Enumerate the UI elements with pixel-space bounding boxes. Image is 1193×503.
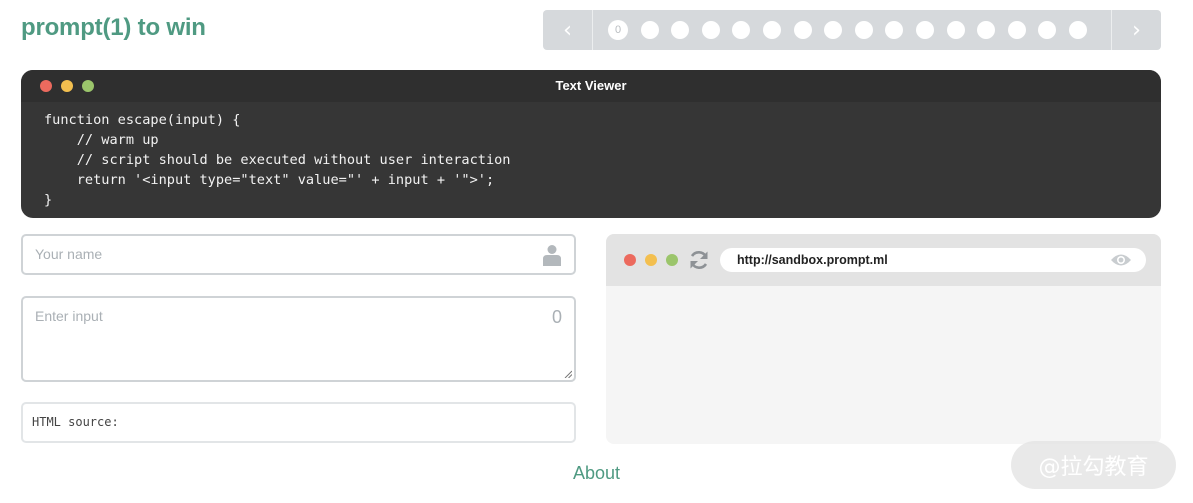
input-field: 0 xyxy=(21,296,576,382)
browser-toolbar: http://sandbox.prompt.ml xyxy=(606,234,1161,286)
sandbox-browser: http://sandbox.prompt.ml xyxy=(606,234,1161,444)
html-source-label: HTML source: xyxy=(32,415,119,429)
level-dot[interactable] xyxy=(854,21,873,39)
level-dot[interactable] xyxy=(824,21,843,39)
browser-maximize-icon xyxy=(666,254,678,266)
payload-input[interactable] xyxy=(35,308,535,368)
chevron-right-icon: › xyxy=(1132,17,1141,43)
browser-close-icon xyxy=(624,254,636,266)
level-dot[interactable] xyxy=(701,21,720,39)
chevron-left-icon: ‹ xyxy=(563,17,572,43)
character-counter: 0 xyxy=(551,307,562,327)
eye-icon[interactable] xyxy=(1110,252,1132,268)
name-field xyxy=(21,234,576,275)
code-block: function escape(input) { // warm up // s… xyxy=(44,112,511,208)
level-dot[interactable] xyxy=(885,21,904,39)
user-icon xyxy=(543,245,561,266)
html-source-box: HTML source: xyxy=(21,402,576,443)
prev-level-button[interactable]: ‹ xyxy=(543,10,593,50)
level-dot[interactable] xyxy=(1007,21,1026,39)
text-viewer-titlebar: Text Viewer xyxy=(21,70,1161,102)
level-dot[interactable] xyxy=(1038,21,1057,39)
level-dot[interactable] xyxy=(1068,21,1087,39)
level-dot[interactable] xyxy=(793,21,812,39)
address-bar[interactable]: http://sandbox.prompt.ml xyxy=(720,248,1146,272)
level-dot[interactable] xyxy=(732,21,751,39)
level-dot[interactable] xyxy=(640,21,659,39)
resize-handle-icon[interactable] xyxy=(564,370,572,378)
browser-viewport xyxy=(606,286,1161,444)
browser-minimize-icon xyxy=(645,254,657,266)
level-dot-active[interactable]: 0 xyxy=(608,20,628,40)
watermark: @拉勾教育 xyxy=(1011,441,1176,489)
name-input[interactable] xyxy=(35,246,515,262)
next-level-button[interactable]: › xyxy=(1111,10,1161,50)
text-viewer-title: Text Viewer xyxy=(555,78,627,93)
level-dot[interactable] xyxy=(762,21,781,39)
refresh-icon[interactable] xyxy=(688,249,710,271)
level-dots: 0 xyxy=(593,10,1111,50)
level-dot[interactable] xyxy=(671,21,690,39)
level-pager: ‹ 0 › xyxy=(543,10,1161,50)
level-dot[interactable] xyxy=(977,21,996,39)
page-title: prompt(1) to win xyxy=(21,14,206,41)
level-dot[interactable] xyxy=(946,21,965,39)
browser-window-controls xyxy=(624,254,687,266)
text-viewer: Text Viewer function escape(input) { // … xyxy=(21,70,1161,218)
level-dot[interactable] xyxy=(915,21,934,39)
address-url: http://sandbox.prompt.ml xyxy=(737,253,888,267)
